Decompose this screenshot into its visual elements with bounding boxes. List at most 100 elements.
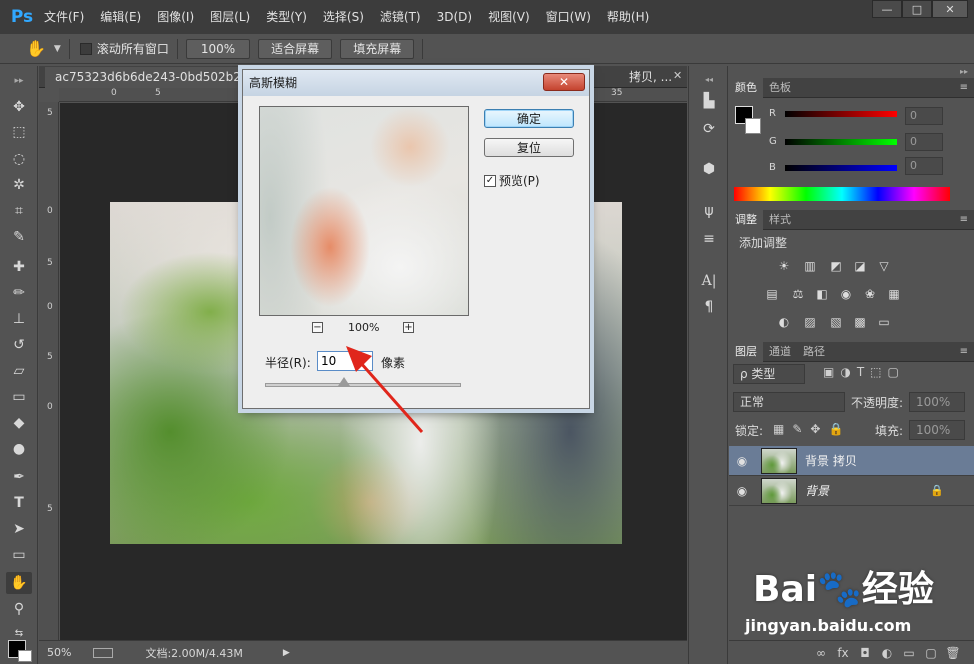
lock-position-icon[interactable]: ✥ <box>810 422 820 436</box>
brush-presets-icon[interactable]: ≡ <box>697 228 721 250</box>
curves-icon[interactable]: ◩ <box>827 258 845 274</box>
opacity-input[interactable]: 100% <box>909 392 965 412</box>
history-panel-icon[interactable]: ▙ <box>697 90 721 112</box>
menu-layer[interactable]: 图层(L) <box>202 6 258 28</box>
dialog-close-button[interactable]: ✕ <box>543 73 585 91</box>
character-panel-icon[interactable]: A| <box>697 270 721 292</box>
fill-input[interactable]: 100% <box>909 420 965 440</box>
eyedropper-tool-icon[interactable]: ✎ <box>6 226 32 248</box>
path-selection-tool-icon[interactable]: ➤ <box>6 518 32 540</box>
posterize-icon[interactable]: ▨ <box>801 314 819 330</box>
blue-value-input[interactable]: 0 <box>905 157 943 175</box>
red-slider[interactable] <box>785 110 897 117</box>
fit-screen-button[interactable]: 适合屏幕 <box>258 38 333 59</box>
menu-help[interactable]: 帮助(H) <box>599 6 657 28</box>
tab-paths[interactable]: 路径 <box>797 342 831 362</box>
close-window-button[interactable]: ✕ <box>932 0 968 18</box>
blue-slider-row[interactable]: B <box>769 162 897 173</box>
dock-collapse-icon[interactable]: ▸▸ <box>960 67 968 76</box>
menu-window[interactable]: 窗口(W) <box>538 6 599 28</box>
radius-slider-thumb[interactable] <box>338 377 350 386</box>
layer-mask-icon[interactable]: ◘ <box>854 646 876 660</box>
blur-tool-icon[interactable]: ◆ <box>6 412 32 434</box>
lock-all-icon[interactable]: 🔒 <box>828 422 843 436</box>
menu-select[interactable]: 选择(S) <box>315 6 372 28</box>
layer-row[interactable]: ◉ 背景 拷贝 <box>729 446 974 476</box>
link-layers-icon[interactable]: ∞ <box>810 646 832 660</box>
exposure-icon[interactable]: ◪ <box>851 258 869 274</box>
preview-checkbox-row[interactable]: ✓ 预览(P) <box>484 172 540 189</box>
visibility-eye-icon[interactable]: ◉ <box>729 454 755 468</box>
minimize-button[interactable]: — <box>872 0 902 18</box>
paragraph-panel-icon[interactable]: ¶ <box>697 296 721 318</box>
dodge-tool-icon[interactable]: ● <box>6 438 32 460</box>
filter-adjustment-icon[interactable]: ◑ <box>840 365 850 379</box>
filter-pixel-icon[interactable]: ▣ <box>823 365 834 379</box>
filter-smart-object-icon[interactable]: ▢ <box>888 365 899 379</box>
maximize-button[interactable]: □ <box>902 0 932 18</box>
new-group-icon[interactable]: ▭ <box>898 646 920 660</box>
zoom-out-button[interactable]: − <box>312 322 323 333</box>
close-tab-icon[interactable]: ✕ <box>673 69 682 82</box>
tab-layers[interactable]: 图层 <box>729 342 763 362</box>
green-slider[interactable] <box>785 138 897 145</box>
hue-saturation-icon[interactable]: ▤ <box>763 286 781 302</box>
history-brush-tool-icon[interactable]: ↺ <box>6 334 32 356</box>
crop-tool-icon[interactable]: ⌗ <box>6 200 32 222</box>
hand-tool-icon[interactable]: ✋ <box>26 39 46 58</box>
color-spectrum[interactable] <box>734 187 950 201</box>
preview-checkbox[interactable]: ✓ <box>484 174 496 187</box>
status-menu-icon[interactable]: ▶ <box>283 648 290 658</box>
pen-tool-icon[interactable]: ✒ <box>6 466 32 488</box>
stamp-tool-icon[interactable]: ⊥ <box>6 308 32 330</box>
tool-preset-dropdown-icon[interactable]: ▼ <box>54 44 61 54</box>
selective-color-icon[interactable]: ▩ <box>851 314 869 330</box>
lasso-tool-icon[interactable]: ◌ <box>6 148 32 170</box>
color-balance-icon[interactable]: ⚖ <box>789 286 807 302</box>
tab-styles[interactable]: 样式 <box>763 210 797 230</box>
zoom-tool-icon[interactable]: ⚲ <box>6 598 32 620</box>
menu-image[interactable]: 图像(I) <box>149 6 202 28</box>
zoom-100-button[interactable]: 100% <box>185 38 251 59</box>
menu-type[interactable]: 类型(Y) <box>258 6 315 28</box>
gradient-tool-icon[interactable]: ▭ <box>6 386 32 408</box>
menu-view[interactable]: 视图(V) <box>480 6 538 28</box>
layer-row[interactable]: ◉ 背景 🔒 <box>729 476 974 506</box>
menu-filter[interactable]: 滤镜(T) <box>372 6 429 28</box>
menu-3d[interactable]: 3D(D) <box>429 6 480 28</box>
photo-filter-icon[interactable]: ◉ <box>837 286 855 302</box>
shape-tool-icon[interactable]: ▭ <box>6 544 32 566</box>
gradient-map-icon[interactable]: ▭ <box>875 314 893 330</box>
invert-icon[interactable]: ◐ <box>775 314 793 330</box>
tab-color[interactable]: 颜色 <box>729 78 763 98</box>
panel-menu-icon[interactable]: ≡ <box>960 82 968 93</box>
new-layer-icon[interactable]: ▢ <box>920 646 942 660</box>
menu-file[interactable]: 文件(F) <box>36 6 92 28</box>
filter-shape-icon[interactable]: ⬚ <box>870 365 881 379</box>
panel-menu-icon[interactable]: ≡ <box>960 346 968 357</box>
magic-wand-tool-icon[interactable]: ✲ <box>6 174 32 196</box>
background-color-swatch[interactable] <box>18 650 32 662</box>
ok-button[interactable]: 确定 <box>484 109 574 128</box>
levels-icon[interactable]: ▥ <box>801 258 819 274</box>
fill-screen-button[interactable]: 填充屏幕 <box>340 38 415 59</box>
move-tool-icon[interactable]: ✥ <box>6 96 32 118</box>
brightness-icon[interactable]: ☀ <box>775 258 793 274</box>
eraser-tool-icon[interactable]: ▱ <box>6 360 32 382</box>
layer-style-icon[interactable]: fx <box>832 646 854 660</box>
dialog-preview-image[interactable] <box>259 106 469 316</box>
filter-type-icon[interactable]: T <box>857 365 864 379</box>
tab-channels[interactable]: 通道 <box>763 342 797 362</box>
color-lookup-icon[interactable]: ▦ <box>885 286 903 302</box>
vibrance-icon[interactable]: ▽ <box>875 258 893 274</box>
panel-menu-icon[interactable]: ≡ <box>960 214 968 225</box>
document-tab[interactable]: ac75323d6b6de243-0bd502b2bd <box>45 67 267 88</box>
scroll-all-checkbox[interactable] <box>79 42 92 55</box>
radius-input[interactable] <box>317 351 373 371</box>
layer-kind-filter[interactable]: ρ 类型 <box>733 364 805 384</box>
blend-mode-dropdown[interactable]: 正常 <box>733 392 845 412</box>
red-slider-row[interactable]: R <box>769 108 897 119</box>
radius-slider-track[interactable] <box>265 383 461 387</box>
visibility-eye-icon[interactable]: ◉ <box>729 484 755 498</box>
delete-layer-icon[interactable]: 🗑 <box>942 646 964 660</box>
